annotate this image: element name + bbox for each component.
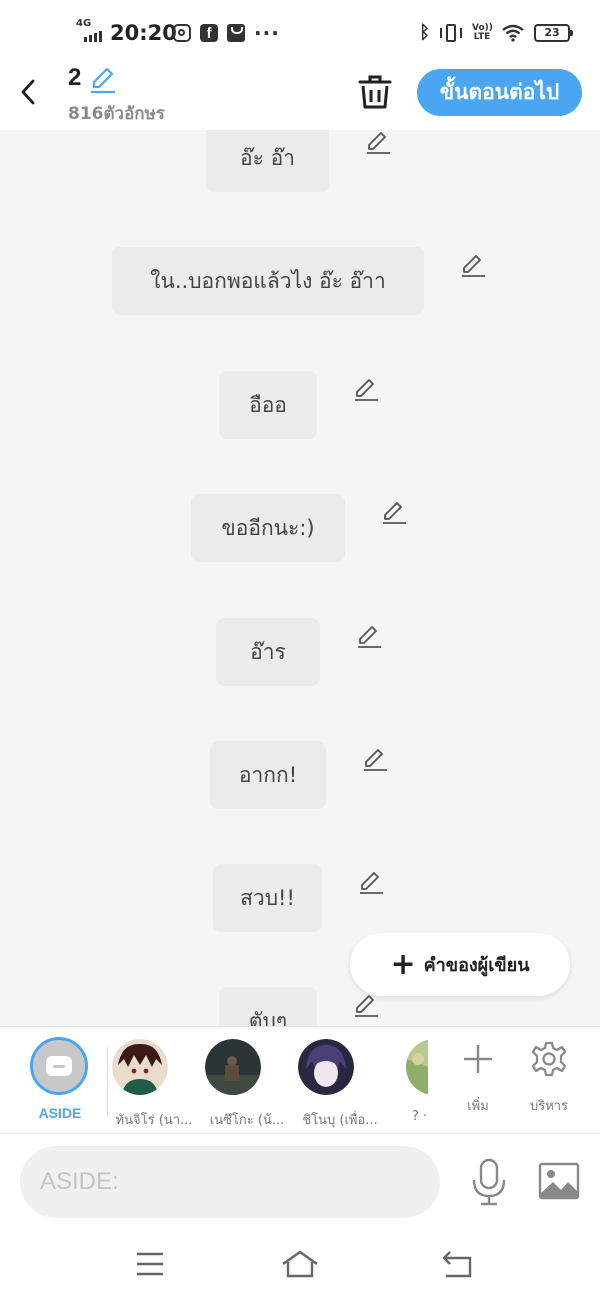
status-right: ᛒ Vo)) LTE 23: [419, 22, 573, 43]
message-bubble[interactable]: อ๊าร: [216, 618, 320, 686]
gear-icon: [531, 1041, 567, 1077]
vibrate-icon: [440, 23, 462, 43]
character-aside[interactable]: ASIDE: [30, 1037, 90, 1121]
character-count: 816ตัวอักษร: [68, 104, 165, 124]
chevron-left-icon: [21, 79, 35, 105]
message-row: อ๊าร: [0, 618, 600, 686]
chat-bubble-icon: [46, 1056, 72, 1076]
back-nav-icon[interactable]: [438, 1248, 478, 1280]
plus-icon: +: [390, 946, 416, 982]
more-notifications-icon: ···: [254, 21, 280, 45]
message-row: ใน..บอกพอแล้วไง อ๊ะ อ๊าา: [0, 247, 600, 315]
manage-label: บริหาร: [529, 1099, 569, 1114]
message-row: อืออ: [0, 371, 600, 439]
wifi-icon: [502, 24, 524, 42]
message-row: ขออีกนะ:): [0, 494, 600, 562]
avatar: [112, 1039, 168, 1095]
character-item[interactable]: ? ·: [378, 1039, 428, 1124]
editor-header: 2 816ตัวอักษร ขั้นตอนต่อไป: [0, 62, 600, 130]
home-icon[interactable]: [280, 1248, 320, 1280]
clock: 20:20: [110, 21, 177, 45]
aside-avatar: [30, 1037, 88, 1095]
edit-message-icon[interactable]: [459, 251, 487, 279]
edit-message-icon[interactable]: [352, 375, 380, 403]
add-writer-note-button[interactable]: + คำของผู้เขียน: [350, 933, 570, 996]
edit-message-icon[interactable]: [355, 622, 383, 650]
edit-message-icon[interactable]: [380, 498, 408, 526]
edit-title-icon[interactable]: [88, 65, 118, 95]
shopping-bag-icon: [227, 24, 245, 42]
character-bar: ASIDE ทันจิโร่ (นา... เนซึโกะ (น้... ชิโ…: [0, 1026, 600, 1134]
microphone-icon[interactable]: [470, 1158, 508, 1206]
edit-message-icon[interactable]: [361, 745, 389, 773]
aside-label: ASIDE: [38, 1105, 82, 1121]
image-icon[interactable]: [538, 1162, 580, 1200]
plus-icon: [464, 1045, 492, 1073]
message-input[interactable]: [20, 1146, 440, 1218]
avatar: [406, 1039, 428, 1095]
edit-message-icon[interactable]: [357, 868, 385, 896]
character-name: เนซึโกะ (น้...: [209, 1113, 285, 1128]
message-row: สวบ!!: [0, 864, 600, 932]
character-name: ทันจิโร่ (นา...: [115, 1113, 193, 1128]
chat-area[interactable]: อ๊ะ อ๊า ใน..บอกพอแล้วไง อ๊ะ อ๊าา อืออ ขอ…: [0, 130, 600, 1026]
character-name: ชิโนบุ (เพื่อ...: [302, 1113, 378, 1128]
add-character-button[interactable]: เพิ่ม: [448, 1041, 508, 1116]
message-bubble[interactable]: อืออ: [219, 371, 317, 439]
status-bar: 4G 20:20 f ··· ᛒ Vo)) LTE 23: [0, 0, 600, 62]
volte-icon: Vo)) LTE: [472, 22, 493, 42]
message-bubble[interactable]: อากก!: [210, 741, 326, 809]
add-label: เพิ่ม: [467, 1099, 489, 1114]
notification-icons: f ···: [173, 21, 280, 45]
navigation-bar: [0, 1234, 600, 1300]
message-bubble[interactable]: ขออีกนะ:): [191, 494, 345, 562]
compose-row: [0, 1134, 600, 1234]
back-button[interactable]: [10, 72, 46, 112]
facebook-icon: f: [200, 24, 218, 42]
divider: [107, 1047, 108, 1117]
writer-note-label: คำของผู้เขียน: [423, 955, 530, 976]
message-bubble[interactable]: อ๊ะ อ๊า: [206, 130, 329, 192]
character-name: ? ·: [412, 1109, 428, 1124]
trash-icon[interactable]: [358, 74, 392, 110]
message-bubble[interactable]: ใน..บอกพอแล้วไง อ๊ะ อ๊าา: [112, 247, 424, 315]
message-bubble[interactable]: ตับๆ: [219, 987, 317, 1026]
edit-message-icon[interactable]: [364, 130, 392, 156]
bluetooth-icon: ᛒ: [419, 22, 430, 43]
next-step-button[interactable]: ขั้นตอนต่อไป: [417, 69, 582, 116]
message-row: อ๊ะ อ๊า: [0, 130, 600, 192]
character-item[interactable]: เนซึโกะ (น้...: [205, 1039, 289, 1130]
menu-icon[interactable]: [130, 1248, 170, 1280]
chapter-title[interactable]: 2: [68, 64, 81, 92]
avatar: [205, 1039, 261, 1095]
manage-characters-button[interactable]: บริหาร: [519, 1041, 579, 1116]
battery-icon: 23: [534, 23, 573, 42]
instagram-icon: [173, 24, 191, 42]
message-bubble[interactable]: สวบ!!: [213, 864, 322, 932]
character-item[interactable]: ทันจิโร่ (นา...: [112, 1039, 196, 1130]
character-item[interactable]: ชิโนบุ (เพื่อ...: [298, 1039, 382, 1130]
signal-icon: [84, 28, 102, 42]
message-row: อากก!: [0, 741, 600, 809]
avatar: [298, 1039, 354, 1095]
